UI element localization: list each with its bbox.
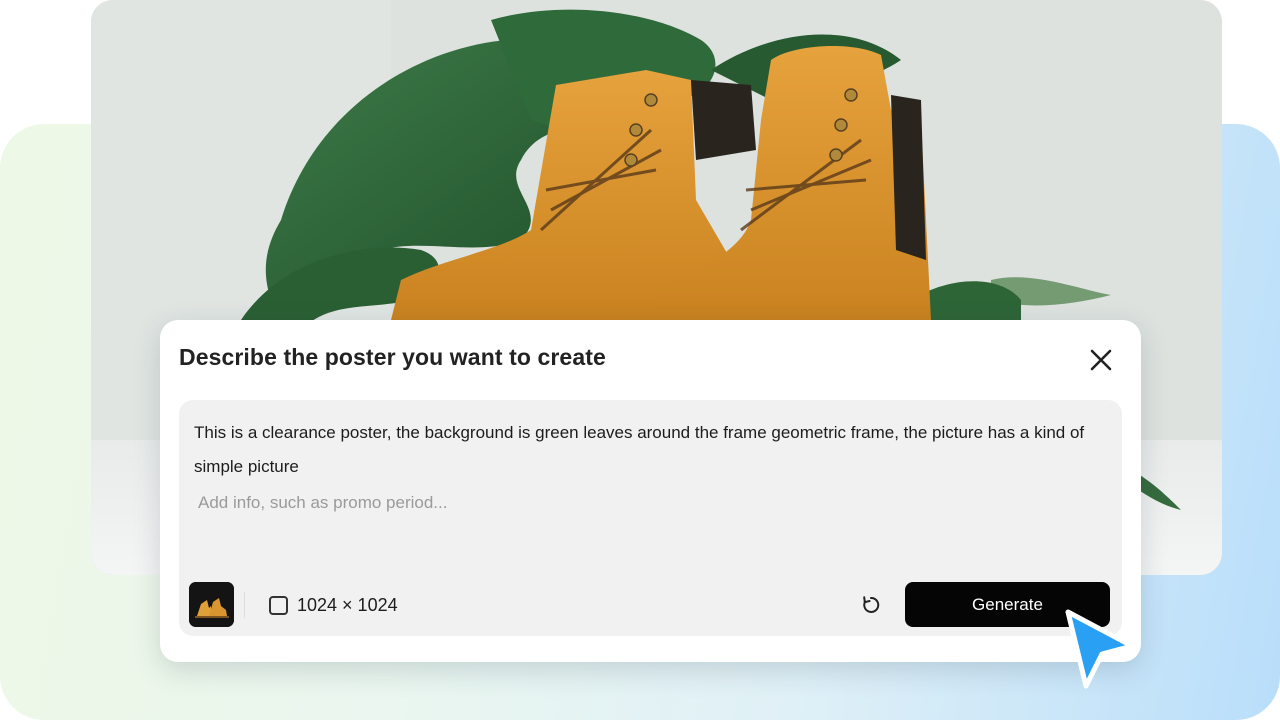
extra-info-input[interactable] [194, 489, 802, 517]
size-option[interactable]: 1024 × 1024 [269, 593, 398, 617]
poster-prompt-dialog: Describe the poster you want to create T… [160, 320, 1141, 662]
reset-button[interactable] [859, 593, 883, 617]
pointer-cursor-icon [1065, 609, 1135, 689]
refresh-icon [863, 596, 880, 613]
reference-image-thumbnail[interactable] [189, 582, 234, 627]
toolbar-divider [244, 592, 245, 618]
size-label: 1024 × 1024 [297, 594, 398, 615]
dialog-title: Describe the poster you want to create [179, 344, 606, 370]
prompt-box[interactable]: This is a clearance poster, the backgrou… [179, 400, 1122, 636]
size-checkbox[interactable] [269, 595, 288, 615]
close-icon [1090, 349, 1112, 371]
prompt-text[interactable]: This is a clearance poster, the backgrou… [194, 416, 1104, 484]
boots-thumbnail-icon [189, 582, 234, 627]
close-button[interactable] [1085, 344, 1117, 376]
